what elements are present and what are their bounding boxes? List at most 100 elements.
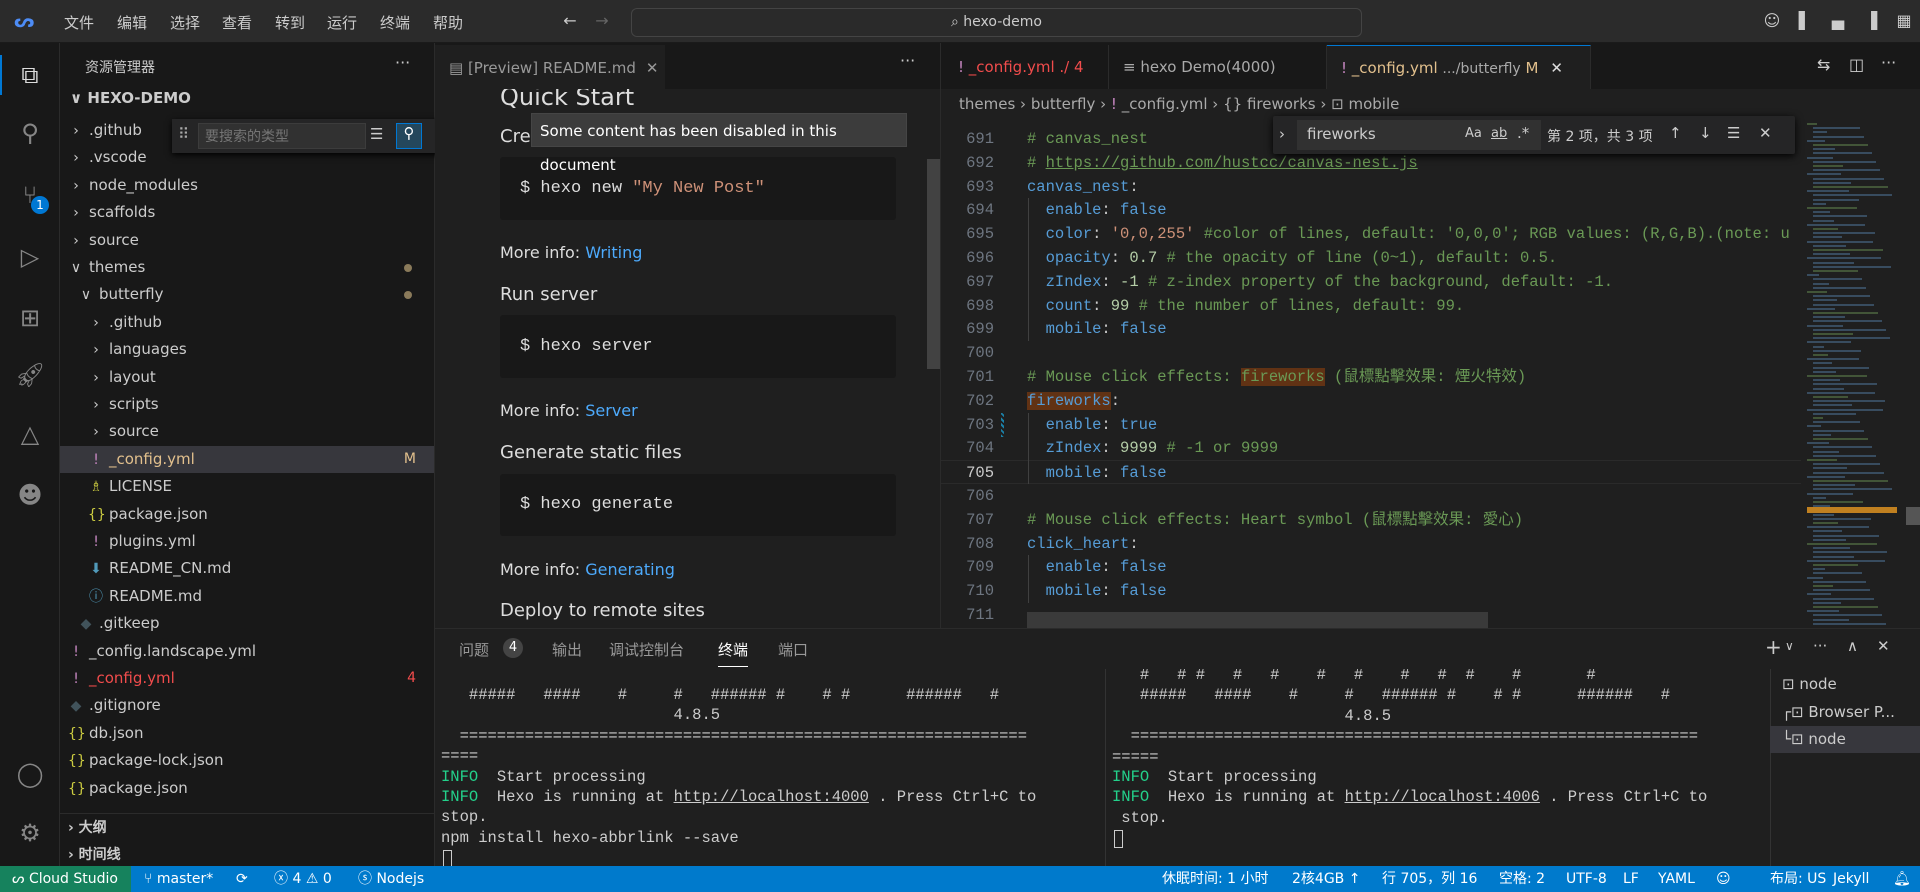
crumb-file[interactable]: _config.yml [1122, 95, 1208, 113]
previous-match-icon[interactable]: ↑ [1669, 124, 1682, 142]
tree-item[interactable]: › layout [60, 364, 434, 391]
tab-hexo-demo[interactable]: ≡ hexo Demo(4000) [1109, 45, 1327, 89]
code-line[interactable]: 701 # Mouse click effects: fireworks (鼠標點… [941, 365, 1801, 389]
toggle-secondary-sidebar-icon[interactable]: ▐ [1861, 11, 1881, 31]
tree-item[interactable]: ♗ LICENSE [60, 473, 434, 500]
code-line[interactable]: 707 # Mouse click effects: Heart symbol (… [941, 508, 1801, 532]
terminal-list-item[interactable]: ┌⊡ Browser P... [1770, 699, 1920, 726]
maximize-panel-icon[interactable]: ∧ [1847, 637, 1858, 655]
branch-indicator[interactable]: ⑂ master* [144, 866, 213, 892]
tree-item[interactable]: › node_modules [60, 172, 434, 199]
code-line[interactable]: 698 count: 99 # the number of lines, def… [941, 294, 1801, 318]
code-area[interactable]: 691 # canvas_nest 692 # https://github.com/… [941, 119, 1801, 628]
tab-config-root[interactable]: ! _config.yml ./ 4 [944, 45, 1109, 89]
tab-preview-readme[interactable]: ▤ [Preview] README.md ✕ [435, 45, 665, 89]
explorer-icon[interactable]: ⧉ [14, 59, 46, 91]
toggle-sidebar-icon[interactable]: ▌ [1795, 11, 1815, 31]
language-mode[interactable]: YAML [1658, 866, 1695, 892]
tree-item[interactable]: ⬇ README_CN.md [60, 555, 434, 582]
terminal-text[interactable]: http://localhost:4006 [1345, 788, 1540, 806]
code-line[interactable]: 700 [941, 341, 1801, 365]
split-editor-icon[interactable]: ◫ [1849, 55, 1864, 74]
tree-item[interactable]: ∨ butterfly [60, 281, 434, 308]
find-input-box[interactable]: fireworks Aa ab .* [1297, 120, 1541, 150]
extensions-icon[interactable]: ⊞ [14, 302, 46, 334]
code-line[interactable]: 710 mobile: false [941, 579, 1801, 603]
code-line[interactable]: 694 enable: false [941, 198, 1801, 222]
preview-scrollbar[interactable] [927, 159, 940, 369]
drag-handle-icon[interactable]: ⠿ [178, 125, 189, 143]
menu-run[interactable]: 运行 [327, 12, 357, 33]
run-debug-icon[interactable]: ▷ [14, 241, 46, 273]
tree-item[interactable]: ! plugins.yml [60, 528, 434, 555]
code-line[interactable]: 706 [941, 484, 1801, 508]
more-actions-icon[interactable]: ··· [1881, 53, 1896, 72]
workspace-root[interactable]: ∨ HEXO-DEMO [70, 89, 191, 107]
crumb-mobile[interactable]: mobile [1348, 95, 1399, 113]
tree-item[interactable]: ⓘ README.md [60, 583, 434, 610]
customize-layout-icon[interactable]: ▦ [1894, 11, 1914, 31]
terminal-right[interactable]: # # # # # # # # # # # # ##### #### # # #… [1106, 669, 1770, 867]
terminal-text[interactable]: http://localhost:4000 [674, 788, 869, 806]
more-actions-icon[interactable]: ··· [1813, 637, 1827, 655]
toggle-replace-icon[interactable]: › [1279, 125, 1285, 143]
terminal-list-item[interactable]: └⊡ node [1770, 726, 1920, 753]
tree-filter-input[interactable] [198, 123, 366, 149]
code-line[interactable]: 702 fireworks: [941, 389, 1801, 413]
match-case-icon[interactable]: Aa [1465, 126, 1482, 141]
remote-indicator[interactable]: ᔕ Cloud Studio [0, 866, 131, 892]
command-center-search[interactable]: ⌕ hexo-demo [631, 8, 1362, 37]
link-writing[interactable]: Writing [585, 243, 642, 262]
menu-terminal[interactable]: 终端 [380, 12, 410, 33]
tree-item[interactable]: ! _config.yml M [60, 445, 434, 473]
chevron-down-icon[interactable]: ∨ [1785, 639, 1794, 653]
more-actions-icon[interactable]: ··· [900, 51, 915, 70]
close-icon[interactable]: ✕ [646, 59, 659, 77]
whole-word-icon[interactable]: ab [1491, 126, 1507, 141]
copilot-icon[interactable]: ☺ [1762, 11, 1782, 31]
menu-edit[interactable]: 编辑 [117, 12, 147, 33]
crumb-themes[interactable]: themes [959, 95, 1015, 113]
cursor-position[interactable]: 行 705，列 16 [1382, 866, 1477, 892]
code-line[interactable]: 708 click_heart: [941, 532, 1801, 556]
code-line[interactable]: 697 zIndex: -1 # z-index property of the… [941, 270, 1801, 294]
menu-file[interactable]: 文件 [64, 12, 94, 33]
sync-icon[interactable]: ⟳ [236, 866, 248, 892]
tree-item[interactable]: › languages [60, 336, 434, 363]
more-actions-icon[interactable]: ··· [395, 53, 410, 72]
code-line[interactable]: 699 mobile: false [941, 317, 1801, 341]
tab-ports[interactable]: 端口 [778, 639, 808, 660]
forward-arrow-icon[interactable]: → [592, 11, 612, 31]
editor-scrollbar[interactable] [1906, 119, 1920, 628]
next-match-icon[interactable]: ↓ [1699, 124, 1712, 142]
tree-item[interactable]: › .github [60, 309, 434, 336]
tree-item[interactable]: ◆ .gitkeep [60, 610, 434, 637]
rocket-icon[interactable]: 🚀︎ [14, 359, 46, 391]
indentation[interactable]: 空格: 2 [1499, 866, 1545, 892]
link-server[interactable]: Server [585, 401, 637, 420]
tree-item[interactable]: › source [60, 418, 434, 445]
new-terminal-icon[interactable]: + [1765, 635, 1782, 659]
account-icon[interactable]: ◯ [14, 758, 46, 790]
env-indicator[interactable]: ⓢ Nodejs [358, 866, 424, 892]
tree-item[interactable]: ! _config.landscape.yml [60, 638, 434, 665]
scrollbar-thumb[interactable] [1906, 507, 1920, 525]
encoding[interactable]: UTF-8 [1566, 866, 1607, 892]
minimap[interactable] [1801, 119, 1906, 628]
jekyll-indicator[interactable]: Jekyll [1833, 866, 1869, 892]
problems-indicator[interactable]: ⓧ 4 ⚠ 0 [274, 866, 332, 892]
tree-item[interactable]: › source [60, 227, 434, 254]
terminal-list-item[interactable]: ⊡ node [1770, 671, 1920, 698]
terminal-left[interactable]: ##### #### # # ###### # # # ###### # 4.8… [435, 669, 1105, 867]
tree-item[interactable]: {} db.json [60, 720, 434, 747]
sleep-time[interactable]: 休眠时间: 1 小时 [1162, 866, 1269, 892]
tree-item[interactable]: › scaffolds [60, 199, 434, 226]
tree-item[interactable]: ◆ .gitignore [60, 692, 434, 719]
copilot-icon[interactable]: ☻ [14, 479, 46, 511]
crumb-butterfly[interactable]: butterfly [1031, 95, 1096, 113]
link-generating[interactable]: Generating [585, 560, 675, 579]
notifications-bell-icon[interactable]: 🔔︎ [1893, 866, 1911, 892]
regex-icon[interactable]: .* [1517, 124, 1529, 142]
disabled-content-tooltip[interactable]: Some content has been disabled in this d… [531, 113, 907, 174]
keyboard-layout[interactable]: 布局: US [1770, 866, 1826, 892]
